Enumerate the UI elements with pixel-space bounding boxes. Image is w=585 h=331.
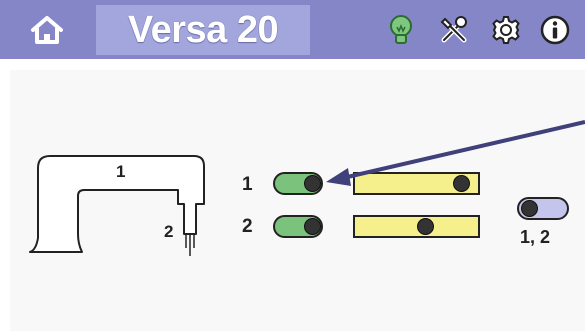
- settings-button[interactable]: [489, 13, 523, 47]
- group-toggle-label: 1, 2: [520, 227, 551, 247]
- gear-icon: [492, 16, 520, 44]
- toggle-knob: [304, 218, 321, 235]
- lightbulb-button[interactable]: [384, 13, 418, 47]
- app-title: Versa 20: [96, 5, 310, 55]
- machine-needle-label: 2: [164, 222, 174, 241]
- tools-icon: [440, 16, 467, 43]
- needle-1-toggle[interactable]: [273, 172, 323, 195]
- slider-handle[interactable]: [453, 175, 470, 192]
- lightbulb-icon: [390, 15, 412, 44]
- machine-head-label: 1: [116, 162, 126, 181]
- tools-button[interactable]: [437, 13, 471, 47]
- toggle-knob: [521, 200, 538, 217]
- home-button[interactable]: [14, 6, 80, 54]
- needle-2-slider[interactable]: [353, 215, 480, 238]
- home-icon: [31, 16, 63, 44]
- toggle-knob: [304, 175, 321, 192]
- needle-2-toggle[interactable]: [273, 215, 323, 238]
- info-icon: [540, 15, 570, 45]
- info-button[interactable]: [538, 13, 572, 47]
- group-toggle[interactable]: [517, 197, 569, 220]
- needle-2-label: 2: [242, 216, 253, 237]
- top-bar: Versa 20: [0, 0, 585, 59]
- slider-handle[interactable]: [417, 218, 434, 235]
- needle-1-slider[interactable]: [353, 172, 480, 195]
- needle-1-label: 1: [242, 174, 253, 195]
